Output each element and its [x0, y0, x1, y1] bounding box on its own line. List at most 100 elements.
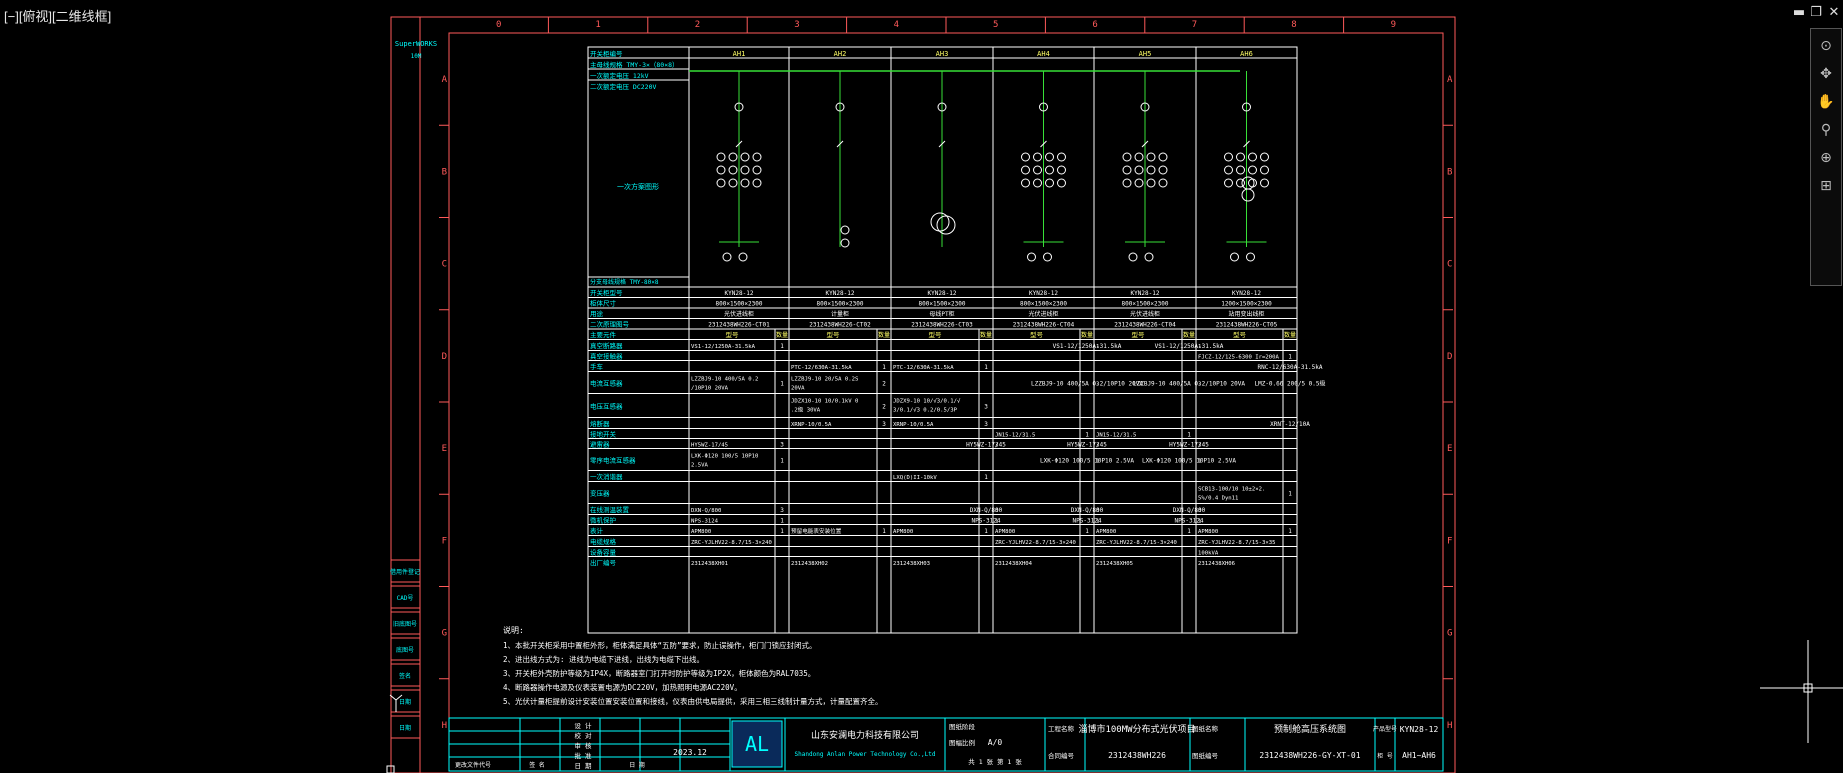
item-label: 变压器	[590, 489, 610, 498]
info-cell: KYN28-12	[928, 290, 957, 297]
border-row-letter: G	[1447, 629, 1452, 639]
meter-symbol	[840, 225, 850, 235]
left-strip-label: 日期	[399, 724, 411, 732]
border-row-letter: B	[442, 167, 447, 177]
arrester-symbol	[1027, 252, 1036, 262]
border-row-letter: G	[442, 629, 447, 639]
tb-change-label: 更改文件代号	[455, 761, 491, 769]
ct-symbol	[752, 165, 762, 175]
item-cell: 5%/0.4 Dyn11	[1198, 496, 1238, 502]
bus-header-label: 开关柜编号	[590, 49, 623, 58]
item-cell: 2312438XH01	[691, 561, 728, 567]
border-col-number: 3	[794, 20, 799, 30]
item-cell: 2312438XH06	[1198, 561, 1235, 567]
ct-symbol	[1045, 178, 1054, 188]
info-cell: 800×1500×2300	[817, 301, 864, 308]
transformer-symbol	[1241, 188, 1255, 202]
ct-symbol	[1236, 178, 1245, 188]
item-cell: 3	[1198, 508, 1201, 514]
item-qty: 1	[882, 364, 886, 371]
ct-symbol	[1236, 152, 1245, 162]
item-qty: 3	[780, 507, 784, 514]
cabinet-no-label: 柜 号	[1377, 752, 1393, 760]
item-cell: LZZBJ9-10 400/5A 0.2	[691, 377, 758, 383]
info-row-label: 柜体尺寸	[590, 299, 617, 308]
border-row-letter: A	[1447, 75, 1453, 85]
product-value: KYN28-12	[1400, 725, 1439, 734]
info-cell: 2312438WH226-CT01	[708, 322, 770, 329]
ct-symbol	[1045, 152, 1054, 162]
item-cell: APM800	[1198, 529, 1218, 535]
border-col-number: 0	[496, 20, 501, 30]
info-cell: 2312438WH226-CT04	[1114, 322, 1176, 329]
cabinet-id: AH1	[733, 50, 746, 58]
tb-sign-label: 签 名	[529, 761, 545, 769]
drawing-name: 预制舱高压系统图	[1274, 723, 1346, 735]
ct-symbol	[1021, 152, 1030, 162]
item-qty: HY5WZ-17/45	[966, 442, 1006, 449]
item-cell: 3	[1096, 443, 1099, 449]
item-cell: LZZBJ9-10 20/5A 0.2S	[791, 377, 858, 383]
bus-header-label: 主母线规格 TMY-3×（80×8）	[590, 60, 679, 69]
bus-header-label: 一次额定电压 12kV	[590, 71, 649, 80]
ct-symbol	[752, 152, 762, 162]
note-line: 2、进出线方式为: 进线为电缆下进线，出线为电缆下出线。	[503, 654, 704, 664]
item-cell: VS1-12/1250A-31.5kA	[691, 344, 756, 350]
item-label: 电流互感器	[590, 379, 623, 388]
note-line: 1、本批开关柜采用中置柜外形，柜体满足具体“五防”要求，防止误操作，柜门门锁应封…	[503, 640, 817, 650]
ct-symbol	[1260, 165, 1269, 175]
ct-symbol	[716, 152, 726, 162]
ct-symbol	[716, 165, 726, 175]
drawing-canvas[interactable]: 0 1 2 3 4 5 6 7 8 9 A A B B C C D D E E F F G G H H SuperWORKS 10M 借…	[0, 0, 1843, 773]
ct-symbol	[1248, 165, 1257, 175]
item-qty: 1	[780, 518, 784, 525]
info-cell: 光伏进线柜	[1028, 310, 1058, 318]
ct-symbol	[1236, 165, 1245, 175]
company-logo-letters: AL	[745, 732, 769, 756]
item-cell: 3/0.1/√3 0.2/0.5/3P	[893, 407, 958, 414]
logo-brand: SuperWORKS	[395, 40, 437, 48]
main-elements-label: 主要元件	[590, 330, 617, 339]
item-qty: 1	[984, 364, 988, 371]
cabinet-id: AH4	[1037, 50, 1050, 58]
item-cell: FJCZ-12/125-6300 Ir=200A	[1198, 355, 1279, 361]
item-cell: 100kVA	[1198, 551, 1219, 557]
item-qty: VS1-12/1250A-31.5kA	[1155, 343, 1224, 350]
item-cell: 3	[995, 508, 998, 514]
item-qty: 2	[882, 404, 886, 411]
col-model-header: 型号	[726, 330, 740, 339]
item-cell: 1	[1096, 519, 1099, 525]
item-cell: 2312438XH05	[1096, 561, 1133, 567]
item-qty: LZZBJ9-10 400/5A 0.2/10P10 20VA	[1133, 381, 1245, 388]
item-cell: 预留电能表安装位置	[791, 527, 842, 535]
item-qty: 1	[1187, 432, 1191, 439]
item-qty: 1	[1187, 528, 1191, 535]
drawing-no: 2312438WH226-GY-XT-01	[1259, 751, 1360, 760]
border-row-letter: E	[1447, 444, 1452, 454]
info-cell: 2312438WH226-CT05	[1216, 322, 1278, 329]
border-row-letter: B	[1447, 167, 1452, 177]
drawing-no-label: 图纸编号	[1192, 751, 1219, 760]
item-label: 在线测温装置	[590, 505, 630, 514]
left-strip-label: 日期	[399, 698, 411, 706]
note-line: 3、开关柜外壳防护等级为IP4X，断路器室门打开时防护等级为IP2X，柜体颜色为…	[503, 668, 815, 678]
border-col-number: 8	[1291, 20, 1296, 30]
item-label: 一次消谐器	[590, 472, 623, 481]
item-cell: 2312438XH02	[791, 561, 828, 567]
ct-symbol	[1033, 152, 1042, 162]
border-col-number: 6	[1092, 20, 1097, 30]
item-qty: 1	[1288, 354, 1292, 361]
ct-symbol	[1158, 165, 1168, 175]
cabinet-id: AH6	[1240, 50, 1253, 58]
info-cell: 光伏进线柜	[724, 310, 754, 318]
scheme-label: 一次方案图形	[617, 182, 659, 191]
border-row-letter: E	[442, 444, 447, 454]
border-col-number: 5	[993, 20, 998, 30]
item-cell: APM800	[893, 529, 913, 535]
design-stage-label: 图纸阶段	[949, 722, 976, 731]
info-cell: 2312438WH226-CT02	[809, 322, 871, 329]
item-label: 避雷器	[590, 440, 610, 449]
ct-symbol	[1134, 165, 1144, 175]
ct-symbol	[1033, 178, 1042, 188]
item-qty: 1	[780, 381, 784, 388]
